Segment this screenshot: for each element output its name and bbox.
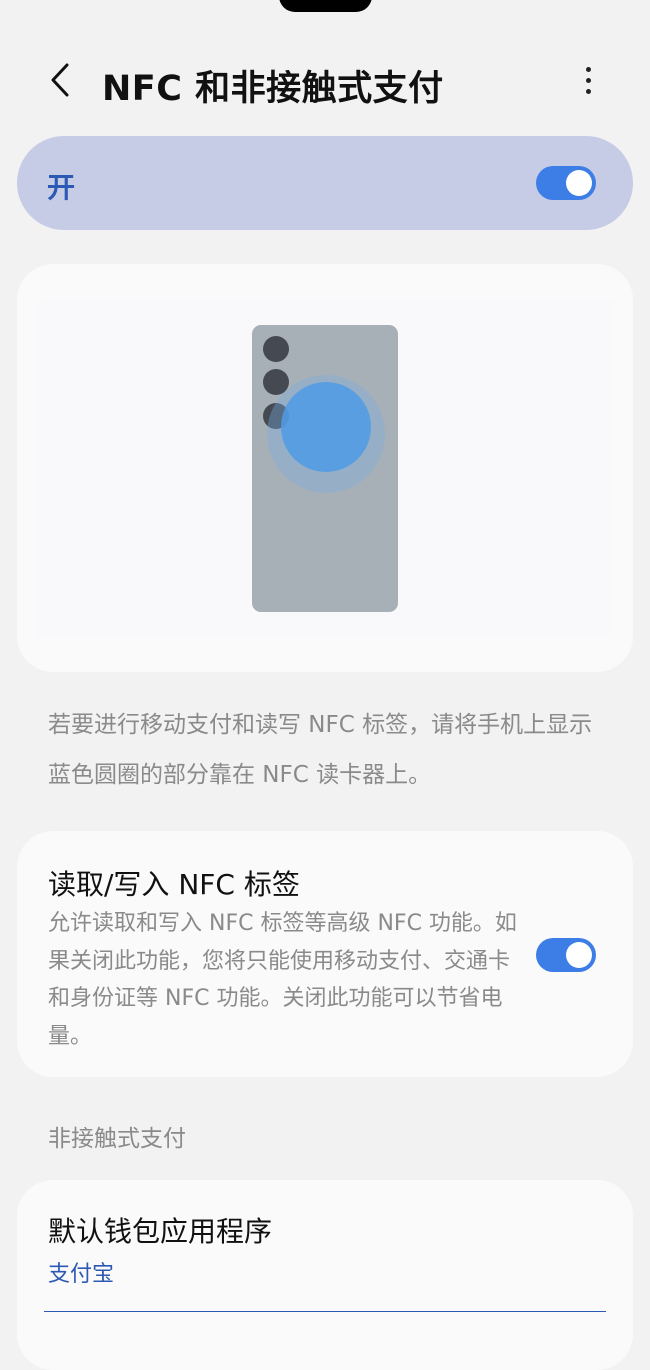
default-wallet-value: 支付宝 (48, 1262, 115, 1287)
divider (44, 1311, 606, 1312)
nfc-tag-toggle[interactable] (536, 938, 596, 972)
illustration-area (36, 300, 614, 638)
nfc-instruction-text: 若要进行移动支付和读写 NFC 标签，请将手机上显示蓝色圆圈的部分靠在 NFC … (48, 712, 593, 788)
nfc-tag-description: 允许读取和写入 NFC 标签等高级 NFC 功能。如果关闭此功能，您将只能使用移… (48, 911, 517, 1049)
more-options-button[interactable] (568, 58, 608, 102)
top-app-bar: NFC 和非接触式支付 (0, 52, 650, 114)
default-wallet-setting[interactable]: 默认钱包应用程序 支付宝 (17, 1180, 633, 1370)
nfc-tag-setting-card[interactable]: 读取/写入 NFC 标签 允许读取和写入 NFC 标签等高级 NFC 功能。如果… (17, 831, 633, 1077)
page-title: NFC 和非接触式支付 (102, 69, 444, 109)
phone-back-illustration (252, 325, 398, 612)
toggle-knob (566, 170, 592, 196)
camera-cutout (279, 0, 372, 12)
default-wallet-title: 默认钱包应用程序 (48, 1215, 273, 1248)
chevron-left-icon (51, 63, 69, 97)
nfc-area-circle (281, 382, 371, 472)
more-vertical-icon (585, 66, 591, 72)
toggle-knob (566, 942, 592, 968)
nfc-illustration-card (17, 264, 633, 672)
master-switch-label: 开 (47, 171, 76, 204)
nfc-tag-title: 读取/写入 NFC 标签 (48, 868, 300, 901)
camera-lens-icon (263, 336, 289, 362)
nfc-master-switch-bar[interactable]: 开 (17, 136, 633, 230)
contactless-section-header: 非接触式支付 (48, 1126, 186, 1152)
master-toggle[interactable] (536, 166, 596, 200)
back-button[interactable] (38, 58, 82, 102)
